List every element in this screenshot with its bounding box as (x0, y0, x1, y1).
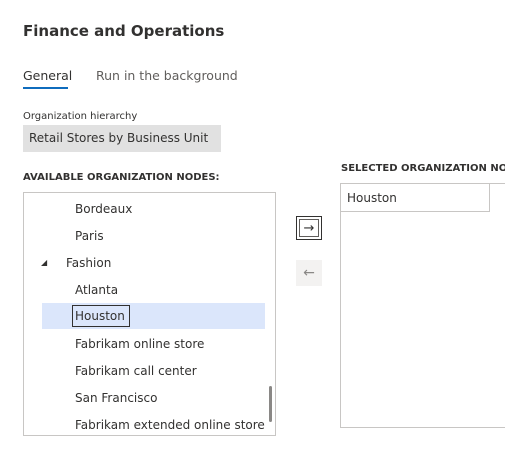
active-tab-indicator (23, 87, 68, 89)
tree-node-fabrikam-online-store[interactable]: Fabrikam online store (24, 331, 275, 357)
selected-nodes-grid[interactable]: Houston (340, 183, 505, 428)
arrow-left-icon: ← (303, 265, 315, 281)
org-hierarchy-label: Organization hierarchy (23, 111, 138, 122)
tree-node-label: Atlanta (75, 283, 119, 297)
tab-run-in-background[interactable]: Run in the background (96, 68, 238, 83)
tree-node-fashion[interactable]: ◢ Fashion (24, 250, 275, 276)
expand-caret-icon[interactable]: ◢ (41, 250, 47, 276)
tree-node-label: Paris (75, 229, 104, 243)
tree-node-fabrikam-call-center[interactable]: Fabrikam call center (24, 358, 275, 384)
tree-node-label: Fashion (66, 256, 112, 270)
tree-node-label: Fabrikam call center (75, 364, 197, 378)
tree-node-label: San Francisco (75, 391, 158, 405)
tree-node-label: Fabrikam extended online store (75, 418, 265, 432)
selected-node-row[interactable]: Houston (341, 184, 490, 212)
tree-node-label: Fabrikam online store (75, 337, 205, 351)
tree-node-bordeaux[interactable]: Bordeaux (24, 196, 275, 222)
org-hierarchy-field[interactable]: Retail Stores by Business Unit (23, 125, 221, 152)
tab-general[interactable]: General (23, 68, 72, 83)
tree-scrollbar[interactable] (269, 386, 272, 422)
tree-node-atlanta[interactable]: Atlanta (24, 277, 275, 303)
tree-node-houston[interactable]: Houston (24, 303, 275, 329)
selected-nodes-header: SELECTED ORGANIZATION NODI (341, 163, 505, 174)
available-nodes-header: AVAILABLE ORGANIZATION NODES: (23, 172, 220, 183)
available-nodes-tree[interactable]: Bordeaux Paris ◢ Fashion Atlanta Houston… (23, 192, 276, 436)
add-node-button[interactable]: → (296, 216, 322, 240)
tree-node-label: Houston (75, 309, 125, 323)
tree-node-label: Bordeaux (75, 202, 133, 216)
arrow-right-icon: → (299, 219, 319, 237)
remove-node-button[interactable]: ← (296, 260, 322, 286)
tree-node-fabrikam-extended-online-store[interactable]: Fabrikam extended online store (24, 412, 275, 435)
tree-node-san-francisco[interactable]: San Francisco (24, 385, 275, 411)
app-title: Finance and Operations (23, 22, 225, 40)
tree-node-paris[interactable]: Paris (24, 223, 275, 249)
finance-operations-dialog: Finance and Operations General Run in th… (0, 0, 505, 457)
